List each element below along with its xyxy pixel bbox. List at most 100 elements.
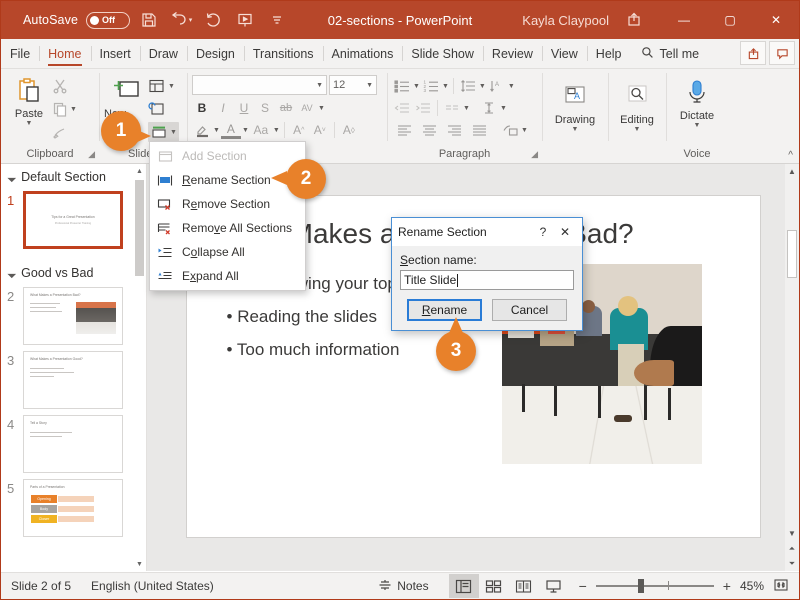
align-center-icon[interactable] [417,120,441,140]
collapse-triangle-icon-2[interactable]: ◢ [7,268,18,279]
paste-caret-icon[interactable]: ▼ [26,120,33,127]
text-direction-icon[interactable]: A [487,76,507,96]
menu-item-remove-section[interactable]: Remove Section [150,192,305,216]
dictate-caret-icon[interactable]: ▼ [694,122,701,129]
bullet-list-icon[interactable] [392,76,412,96]
italic-button[interactable]: I [213,98,233,118]
increase-indent-icon[interactable] [413,98,433,118]
columns-caret-icon[interactable]: ▼ [463,105,470,112]
editing-caret-icon[interactable]: ▼ [634,126,641,133]
align-text-icon[interactable] [479,98,499,118]
tab-insert[interactable]: Insert [90,39,140,68]
change-case-caret-icon[interactable]: ▼ [273,127,280,134]
tab-review[interactable]: Review [482,39,542,68]
slide-scrollbar[interactable]: ▲ ▼ ⏶ ⏷ [785,164,799,571]
reading-view-button[interactable] [509,574,539,598]
text-highlight-icon[interactable] [192,120,212,140]
save-icon[interactable] [136,7,162,33]
rename-section-dialog[interactable]: Rename Section ? ✕ Section name: Title S… [391,217,583,331]
collapse-triangle-icon[interactable]: ◢ [7,172,18,183]
reset-button[interactable] [148,99,179,119]
tab-draw[interactable]: Draw [139,39,187,68]
comments-icon[interactable] [769,41,795,65]
align-left-icon[interactable] [392,120,416,140]
section-button[interactable]: ▼ [148,122,179,142]
language-indicator[interactable]: English (United States) [81,579,224,593]
thumbnail-row-5[interactable]: 5 Parts of a Presentation Opening Body C… [1,476,146,540]
decrease-indent-icon[interactable] [392,98,412,118]
sidebar-scroll-down-icon[interactable]: ▼ [133,557,146,571]
thumbnail-row-4[interactable]: 4 Tell a Story [1,412,146,476]
copy-button[interactable]: ▼ [52,99,77,119]
smartart-caret-icon[interactable]: ▼ [521,127,528,134]
share-ribbon-icon[interactable] [740,41,766,65]
menu-item-expand-all[interactable]: Expand All [150,264,305,288]
line-spacing-icon[interactable] [458,76,478,96]
change-case-button[interactable]: Aa [250,120,272,140]
section-caret-icon[interactable]: ▼ [170,129,177,136]
font-color-caret-icon[interactable]: ▼ [242,127,249,134]
thumbnail-row-2[interactable]: 2 What Makes a Presentation Bad? [1,284,146,348]
strikethrough-button[interactable]: ab [276,98,296,118]
bullet-caret-icon[interactable]: ▼ [413,83,420,90]
slide-thumbnail-4[interactable]: Tell a Story [23,415,123,473]
sidebar-scrollbar[interactable]: ▲ ▼ [133,164,146,571]
align-right-icon[interactable] [442,120,466,140]
font-size-caret-icon[interactable]: ▼ [366,82,373,89]
redo-icon[interactable] [200,7,226,33]
next-slide-icon[interactable]: ⏷ [785,556,799,571]
drawing-caret-icon[interactable]: ▼ [572,126,579,133]
share-icon[interactable] [621,7,647,33]
notes-button[interactable]: Notes [368,579,438,594]
section-name-input[interactable]: Title Slide [400,270,574,290]
paste-button[interactable]: Paste ▼ [6,73,52,127]
close-button[interactable]: ✕ [753,1,799,39]
character-spacing-button[interactable]: AV [297,98,317,118]
dialog-help-button[interactable]: ? [532,225,554,239]
decrease-font-size-button[interactable]: A ˅ [310,120,330,140]
rename-button[interactable]: Rename [407,299,482,321]
menu-item-remove-all-sections[interactable]: Remove All Sections [150,216,305,240]
tab-design[interactable]: Design [186,39,244,68]
fit-to-window-icon[interactable] [773,578,789,595]
section-dropdown-menu[interactable]: Add Section Rename Section Remove Sectio… [149,141,306,291]
numbered-caret-icon[interactable]: ▼ [442,83,449,90]
cut-button[interactable] [52,76,77,96]
thumbnail-row-3[interactable]: 3 What Makes a Presentation Good? [1,348,146,412]
tab-view[interactable]: View [541,39,587,68]
columns-icon[interactable] [442,98,462,118]
thumbnail-row-1[interactable]: 1 Tips for a Great Presentation Professi… [1,188,146,252]
slide-count-indicator[interactable]: Slide 2 of 5 [1,579,81,593]
slide-show-button[interactable] [539,574,569,598]
tab-transitions[interactable]: Transitions [243,39,323,68]
editing-button[interactable]: Editing ▼ [613,79,661,133]
scroll-down-icon[interactable]: ▼ [785,526,799,541]
slide-thumbnail-pane[interactable]: ◢ Default Section 1 Tips for a Great Pre… [1,164,147,571]
sidebar-scroll-up-icon[interactable]: ▲ [133,164,146,178]
clipboard-dialog-launcher[interactable]: ◢ [88,149,95,160]
scroll-thumb[interactable] [787,230,797,278]
text-shadow-button[interactable]: S [255,98,275,118]
previous-slide-icon[interactable]: ⏶ [785,541,799,556]
menu-item-add-section[interactable]: Add Section [150,144,305,168]
clear-formatting-button[interactable]: A ◊ [339,120,359,140]
zoom-slider-handle[interactable] [637,579,644,593]
copy-caret-icon[interactable]: ▼ [70,106,77,113]
bold-button[interactable]: B [192,98,212,118]
underline-button[interactable]: U [234,98,254,118]
user-name[interactable]: Kayla Claypool [522,13,609,28]
scroll-up-icon[interactable]: ▲ [785,164,799,179]
cancel-button[interactable]: Cancel [492,299,567,321]
zoom-slider[interactable] [595,579,714,593]
numbered-list-icon[interactable]: 1 2 3 [421,76,441,96]
undo-icon[interactable]: ▾ [168,7,194,33]
tab-animations[interactable]: Animations [322,39,403,68]
collapse-ribbon-button[interactable]: ^ [788,150,793,161]
normal-view-button[interactable] [448,574,479,598]
tab-help[interactable]: Help [586,39,631,68]
line-spacing-caret-icon[interactable]: ▼ [479,83,486,90]
dictate-button[interactable]: Dictate ▼ [671,75,723,129]
slide-thumbnail-3[interactable]: What Makes a Presentation Good? [23,351,123,409]
font-color-button[interactable]: A [220,121,241,139]
increase-font-size-button[interactable]: A ^ [289,120,309,140]
